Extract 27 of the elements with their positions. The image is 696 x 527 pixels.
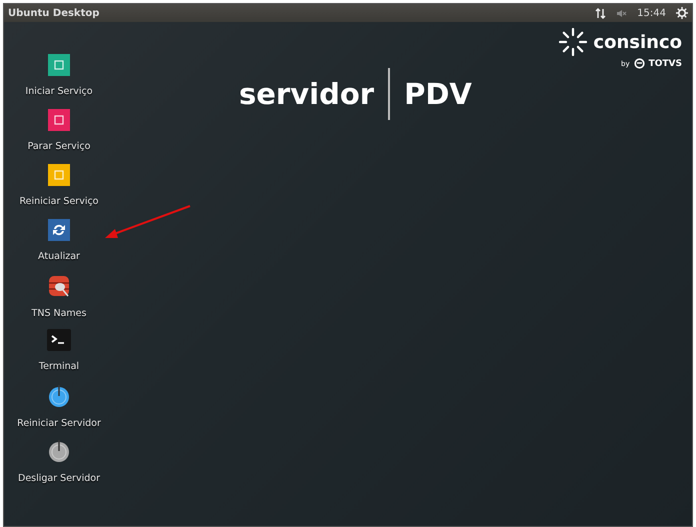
network-icon[interactable]	[595, 8, 606, 18]
desktop-icon-label[interactable]: Terminal	[38, 361, 80, 372]
brand-parent-name: TOTVS	[648, 58, 682, 68]
gear-icon[interactable]	[676, 7, 688, 19]
desktop-icon-label[interactable]: Iniciar Serviço	[25, 86, 93, 97]
desktop-icon-label[interactable]: Desligar Servidor	[18, 473, 100, 484]
desktop-icon-label[interactable]: Reiniciar Servidor	[17, 418, 101, 429]
chip-icon[interactable]	[48, 109, 70, 131]
chip-icon[interactable]	[48, 164, 70, 186]
desktop-icon-label[interactable]: TNS Names	[32, 308, 86, 319]
power-icon[interactable]	[48, 384, 70, 408]
volume-muted-icon[interactable]	[616, 8, 628, 18]
terminal-icon[interactable]	[47, 329, 71, 351]
power-icon[interactable]	[48, 439, 70, 463]
refresh-icon[interactable]	[48, 219, 70, 241]
wallpaper-title: PDV	[404, 77, 472, 111]
clock[interactable]: 15:44	[637, 8, 666, 18]
desktop-icon-label[interactable]: Parar Serviço	[28, 141, 90, 152]
circle-logo-icon	[634, 58, 645, 69]
title-divider	[388, 68, 390, 120]
brand-name: consinco	[593, 32, 682, 52]
starburst-logo-icon	[559, 28, 588, 56]
desktop-icon-label[interactable]: Atualizar	[38, 251, 80, 262]
desktop-icon-label[interactable]: Reiniciar Serviço	[19, 196, 98, 207]
window-title: Ubuntu Desktop	[8, 8, 100, 18]
wallpaper-title: servidor	[239, 77, 374, 111]
database-icon[interactable]	[48, 274, 70, 298]
